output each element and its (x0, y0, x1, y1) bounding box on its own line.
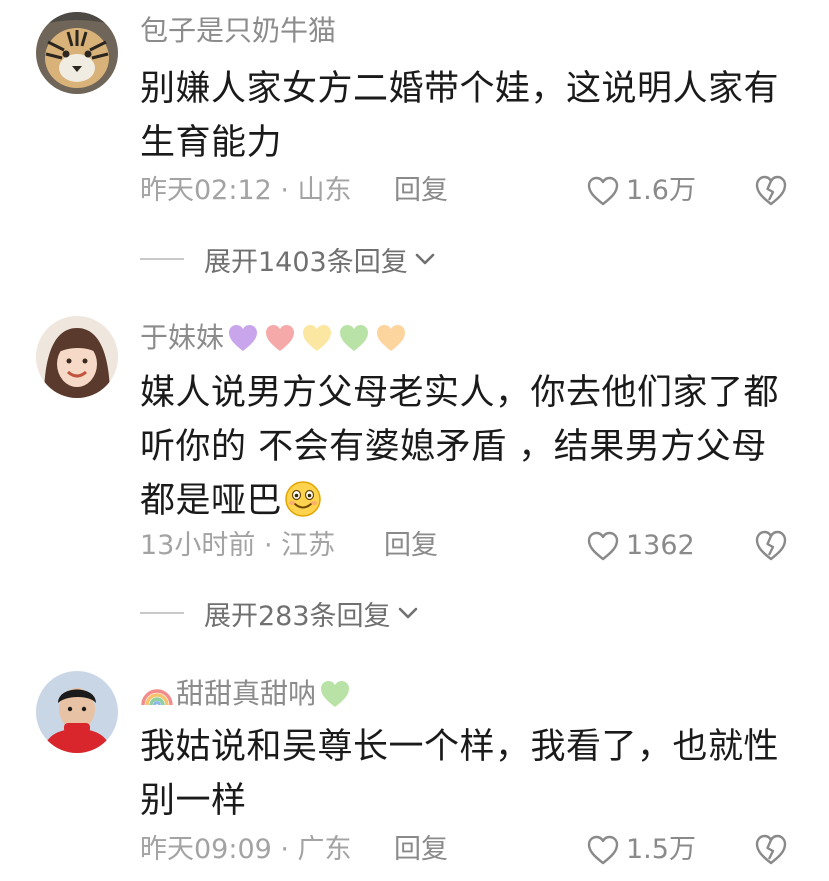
comment-line: 别嫌人家女方二婚带个娃，这说明人家有 (140, 69, 780, 109)
comment-meta: 昨天09:09 · 广东 回复 1.5万 (140, 831, 789, 869)
divider-dash (140, 612, 184, 614)
username-text: 于妹妹 (140, 321, 225, 354)
reply-button[interactable]: 回复 (394, 831, 448, 869)
broken-heart-icon[interactable] (754, 172, 788, 208)
like-count: 1.6万 (626, 175, 696, 206)
comment-line: 听你的 不会有婆媳矛盾 ，结果男方父母 (140, 427, 767, 467)
like-count: 1362 (626, 530, 695, 561)
avatar[interactable] (36, 12, 118, 94)
expand-replies-label: 展开1403条回复 (204, 246, 408, 278)
green-heart-icon (321, 681, 350, 707)
comment-line: 我姑说和吴尊长一个样，我看了，也就性 (140, 727, 780, 767)
comment-line: 生育能力 (140, 123, 283, 163)
like-count: 1.5万 (626, 834, 696, 865)
expand-replies-button[interactable]: 展开1403条回复 (140, 239, 436, 279)
username[interactable]: 于妹妹 (140, 321, 411, 355)
username-emoji-row (226, 322, 411, 354)
comment-text: 别嫌人家女方二婚带个娃，这说明人家有 生育能力 (140, 62, 780, 170)
pink-heart-icon (266, 325, 295, 351)
heart-outline-icon (587, 531, 619, 561)
comment-line: 都是哑巴 (140, 481, 283, 521)
username[interactable]: 包子是只奶牛猫 (140, 14, 336, 48)
tiger-avatar-icon (36, 12, 118, 94)
time-location: 13小时前 · 江苏 (140, 530, 336, 561)
like-button[interactable]: 1.6万 (586, 172, 696, 210)
rainbow-icon (141, 689, 173, 706)
username[interactable]: 甜甜真甜呐 (140, 677, 355, 711)
reply-button[interactable]: 回复 (384, 527, 438, 565)
comment-text: 我姑说和吴尊长一个样，我看了，也就性 别一样 (140, 720, 780, 828)
boy-avatar-icon (36, 671, 118, 753)
heart-outline-icon (587, 835, 619, 865)
expand-replies-label: 展开283条回复 (204, 600, 391, 632)
username-text: 包子是只奶牛猫 (140, 14, 337, 47)
avatar[interactable] (36, 316, 118, 398)
broken-heart-icon[interactable] (754, 831, 788, 867)
time-location: 昨天09:09 · 广东 (140, 834, 352, 865)
divider-dash (140, 258, 184, 260)
purple-heart-icon (229, 325, 258, 351)
comment-text: 媒人说男方父母老实人，你去他们家了都 听你的 不会有婆媳矛盾 ，结果男方父母 都… (140, 366, 780, 528)
like-button[interactable]: 1362 (586, 527, 695, 565)
smiling-face-emoji-icon (285, 481, 321, 517)
time-location: 昨天02:12 · 山东 (140, 175, 352, 206)
comment-line: 媒人说男方父母老实人，你去他们家了都 (140, 373, 780, 413)
comment-line-with-emoji: 都是哑巴 (140, 474, 780, 528)
orange-heart-icon (377, 325, 406, 351)
username-text: 甜甜真甜呐 (176, 677, 317, 710)
comment-meta: 13小时前 · 江苏 回复 1362 (140, 527, 789, 565)
expand-replies-button[interactable]: 展开283条回复 (140, 593, 419, 633)
green-heart-icon (340, 325, 369, 351)
heart-outline-icon (587, 176, 619, 206)
woman-avatar-icon (36, 316, 118, 398)
comment-line: 别一样 (140, 781, 247, 821)
comment-meta: 昨天02:12 · 山东 回复 1.6万 (140, 172, 789, 210)
broken-heart-icon[interactable] (754, 527, 788, 563)
chevron-down-icon (415, 253, 435, 265)
chevron-down-icon (398, 607, 417, 619)
like-button[interactable]: 1.5万 (586, 831, 696, 869)
reply-button[interactable]: 回复 (394, 172, 448, 210)
avatar[interactable] (36, 671, 118, 753)
yellow-heart-icon (303, 325, 332, 351)
